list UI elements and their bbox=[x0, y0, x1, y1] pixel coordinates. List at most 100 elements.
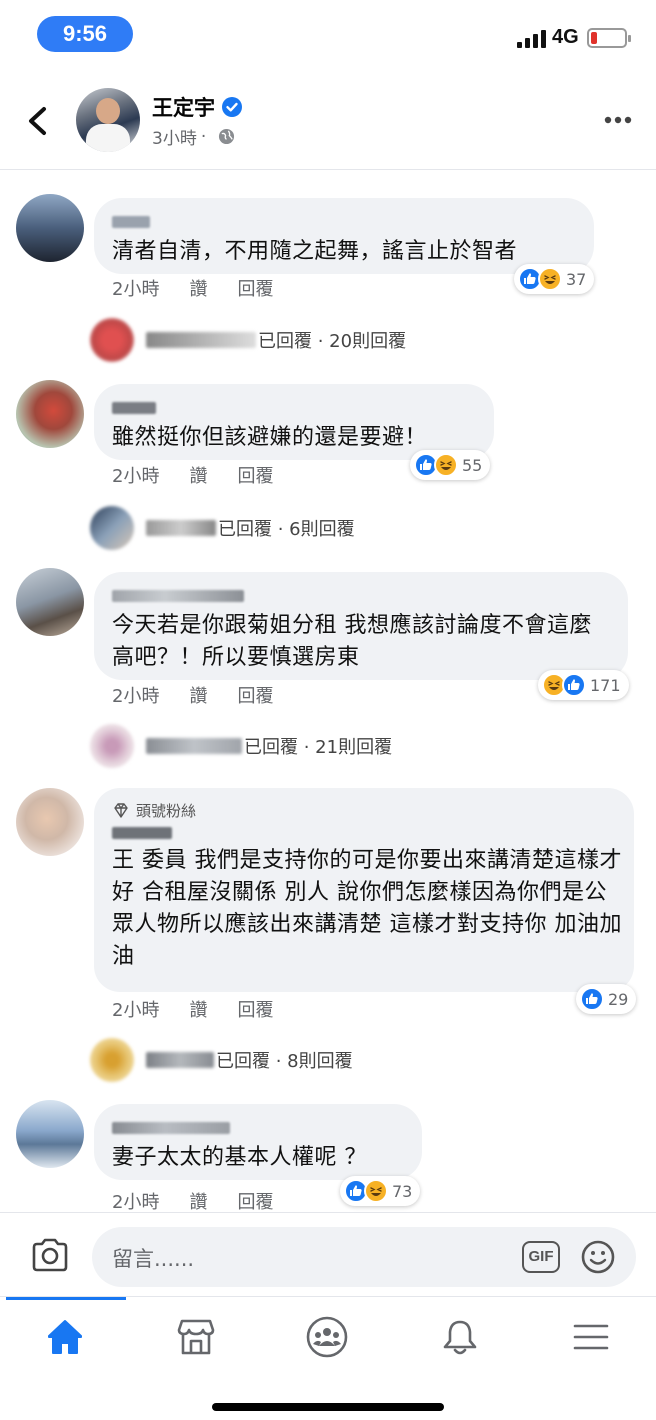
haha-reaction-icon bbox=[434, 453, 458, 477]
reaction-count: 171 bbox=[590, 675, 621, 695]
reply-author-name bbox=[146, 520, 216, 536]
reply-button[interactable]: 回覆 bbox=[237, 462, 273, 488]
reaction-summary[interactable]: 37 bbox=[514, 264, 595, 294]
home-indicator[interactable] bbox=[212, 1403, 444, 1411]
comment-text: 今天若是你跟菊姐分租 我想應該討論度不會這麼高吧？！所以要慎選房東 bbox=[112, 613, 592, 670]
like-reaction-icon bbox=[562, 673, 586, 697]
comment-composer: 留言...... GIF bbox=[0, 1212, 656, 1302]
haha-reaction-icon bbox=[538, 267, 562, 291]
reaction-summary[interactable]: 55 bbox=[410, 450, 491, 480]
replies-link[interactable]: 已回覆 · 20則回覆 bbox=[90, 318, 406, 362]
commenter-avatar[interactable] bbox=[16, 1100, 84, 1168]
globe-icon bbox=[219, 128, 235, 145]
reply-avatar bbox=[90, 724, 134, 768]
like-button[interactable]: 讚 bbox=[189, 996, 207, 1022]
replies-link[interactable]: 已回覆 · 21則回覆 bbox=[90, 724, 392, 768]
like-button[interactable]: 讚 bbox=[189, 275, 207, 301]
back-icon[interactable] bbox=[24, 106, 52, 136]
commenter-name[interactable] bbox=[112, 827, 172, 839]
emoji-icon[interactable] bbox=[580, 1239, 616, 1275]
top-fan-badge: 頭號粉絲 bbox=[112, 800, 616, 821]
marketplace-icon bbox=[177, 1319, 215, 1355]
like-button[interactable]: 讚 bbox=[189, 1188, 207, 1214]
replies-link[interactable]: 已回覆 · 8則回覆 bbox=[90, 1038, 353, 1082]
author-avatar[interactable] bbox=[76, 88, 140, 152]
reply-avatar bbox=[90, 1038, 134, 1082]
comment-text: 妻子太太的基本人權呢 ？ bbox=[112, 1145, 367, 1170]
bottom-tab-bar bbox=[0, 1296, 656, 1420]
replies-count[interactable]: 已回覆 · 20則回覆 bbox=[258, 327, 406, 353]
camera-icon[interactable] bbox=[30, 1237, 70, 1273]
comment-actions: 2小時 讚 回覆 bbox=[112, 996, 303, 1022]
comment-text: 王 委員 我們是支持你的可是你要出來講清楚這樣才好 合租屋沒關係 別人 說你們怎… bbox=[112, 848, 622, 969]
commenter-avatar[interactable] bbox=[16, 380, 84, 448]
tab-notifications[interactable] bbox=[430, 1313, 490, 1361]
reaction-count: 37 bbox=[566, 269, 587, 289]
reply-button[interactable]: 回覆 bbox=[237, 996, 273, 1022]
tab-marketplace[interactable] bbox=[166, 1313, 226, 1361]
reply-author-name bbox=[146, 1052, 214, 1068]
reply-button[interactable]: 回覆 bbox=[237, 1188, 273, 1214]
replies-link[interactable]: 已回覆 · 6則回覆 bbox=[90, 506, 355, 550]
comment-placeholder: 留言...... bbox=[112, 1247, 195, 1271]
reaction-count: 73 bbox=[392, 1181, 413, 1201]
reaction-count: 29 bbox=[608, 989, 629, 1009]
commenter-name[interactable] bbox=[112, 590, 244, 602]
top-fan-label: 頭號粉絲 bbox=[136, 802, 197, 820]
signal-icon bbox=[517, 30, 549, 48]
comment-bubble[interactable]: 今天若是你跟菊姐分租 我想應該討論度不會這麼高吧？！所以要慎選房東 bbox=[94, 572, 628, 680]
comment-time: 2小時 bbox=[112, 279, 160, 300]
gif-icon[interactable]: GIF bbox=[522, 1241, 560, 1273]
comment-actions: 2小時 讚 回覆 bbox=[112, 1188, 303, 1214]
comment-actions: 2小時 讚 回覆 bbox=[112, 462, 303, 488]
tab-menu[interactable] bbox=[561, 1313, 621, 1361]
reply-button[interactable]: 回覆 bbox=[237, 275, 273, 301]
comment-bubble[interactable]: 清者自清，不用隨之起舞，謠言止於智者 bbox=[94, 198, 594, 274]
comment-text: 雖然挺你但該避嫌的還是要避！ bbox=[112, 425, 428, 450]
comment-actions: 2小時 讚 回覆 bbox=[112, 682, 303, 708]
commenter-avatar[interactable] bbox=[16, 568, 84, 636]
commenter-name[interactable] bbox=[112, 216, 150, 228]
author-row: 王定宇 bbox=[152, 92, 242, 122]
author-name[interactable]: 王定宇 bbox=[152, 92, 215, 122]
post-meta: 3小時 · bbox=[152, 124, 235, 149]
comment-time: 2小時 bbox=[112, 1000, 160, 1021]
meta-separator: · bbox=[200, 126, 207, 147]
like-reaction-icon bbox=[580, 987, 604, 1011]
reply-avatar bbox=[90, 318, 134, 362]
reaction-count: 55 bbox=[462, 455, 483, 475]
reply-avatar bbox=[90, 506, 134, 550]
comment-bubble[interactable]: 雖然挺你但該避嫌的還是要避！ bbox=[94, 384, 494, 460]
commenter-name[interactable] bbox=[112, 402, 156, 414]
reaction-summary[interactable]: 73 bbox=[340, 1176, 421, 1206]
commenter-name[interactable] bbox=[112, 1122, 230, 1134]
reaction-summary[interactable]: 171 bbox=[538, 670, 629, 700]
reaction-summary[interactable]: 29 bbox=[576, 984, 637, 1014]
reply-button[interactable]: 回覆 bbox=[237, 682, 273, 708]
comment-bubble[interactable]: 頭號粉絲 王 委員 我們是支持你的可是你要出來講清楚這樣才好 合租屋沒關係 別人… bbox=[94, 788, 634, 992]
replies-count[interactable]: 已回覆 · 6則回覆 bbox=[218, 515, 355, 541]
like-button[interactable]: 讚 bbox=[189, 682, 207, 708]
menu-icon bbox=[573, 1324, 609, 1350]
tab-home[interactable] bbox=[35, 1313, 95, 1361]
comment-bubble[interactable]: 妻子太太的基本人權呢 ？ bbox=[94, 1104, 422, 1180]
commenter-avatar[interactable] bbox=[16, 194, 84, 262]
replies-count[interactable]: 已回覆 · 8則回覆 bbox=[216, 1047, 353, 1073]
commenter-avatar[interactable] bbox=[16, 788, 84, 856]
network-type: 4G bbox=[552, 26, 579, 48]
active-tab-indicator bbox=[6, 1297, 126, 1300]
status-bar: 9:56 4G bbox=[0, 0, 656, 70]
replies-count[interactable]: 已回覆 · 21則回覆 bbox=[244, 733, 392, 759]
reply-author-name bbox=[146, 738, 242, 754]
like-button[interactable]: 讚 bbox=[189, 462, 207, 488]
verified-icon bbox=[222, 97, 242, 117]
reply-author-name bbox=[146, 332, 256, 348]
status-time: 9:56 bbox=[37, 16, 133, 52]
diamond-icon bbox=[114, 802, 128, 818]
tab-groups[interactable] bbox=[297, 1313, 357, 1361]
more-icon[interactable] bbox=[604, 116, 632, 124]
comment-input[interactable]: 留言...... GIF bbox=[92, 1227, 636, 1287]
battery-icon bbox=[587, 28, 631, 48]
post-header: 王定宇 3小時 · bbox=[0, 70, 656, 170]
comment-time: 2小時 bbox=[112, 686, 160, 707]
